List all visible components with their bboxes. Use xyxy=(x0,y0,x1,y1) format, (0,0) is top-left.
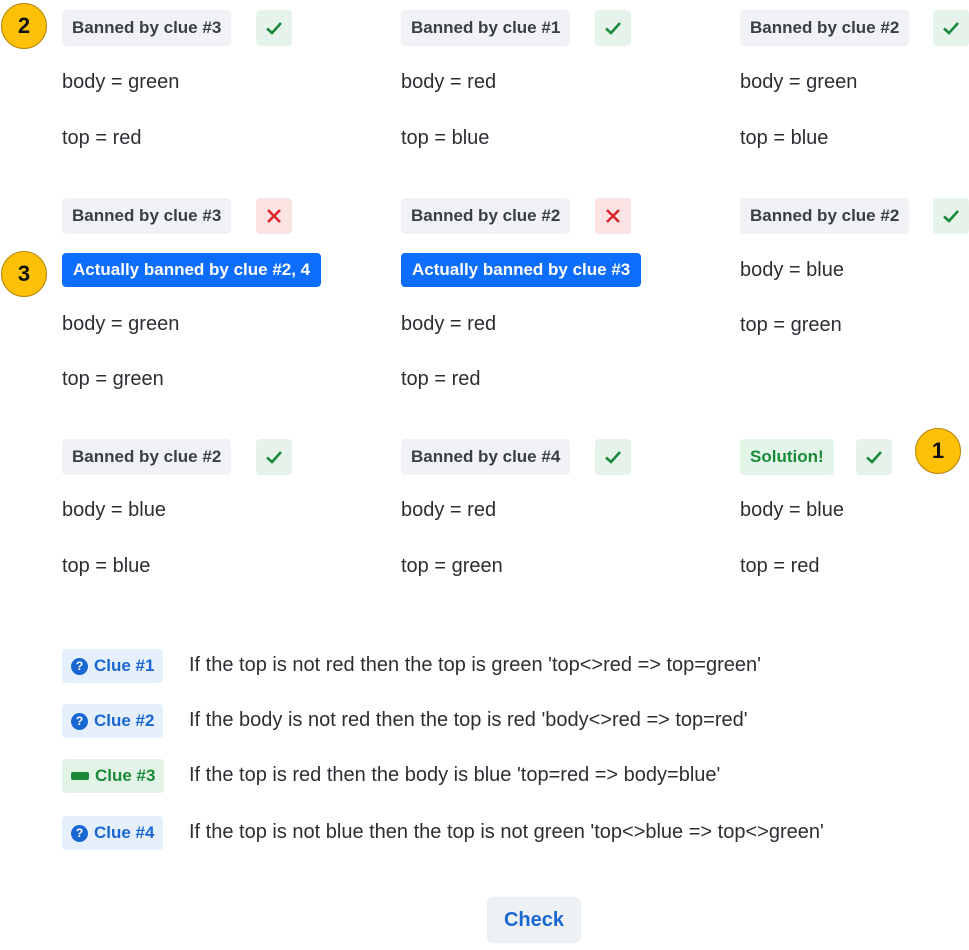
top-value: top = red xyxy=(740,555,820,577)
solution-tag: Solution! xyxy=(740,439,834,475)
clue-text: If the top is not blue then the top is n… xyxy=(189,821,824,843)
callout-badge-1: 1 xyxy=(915,428,961,474)
check-icon xyxy=(256,10,292,46)
top-value: top = green xyxy=(740,314,842,336)
clue-tag-2[interactable]: ? Clue #2 xyxy=(62,704,164,738)
check-icon xyxy=(933,198,969,234)
banned-tag: Banned by clue #2 xyxy=(740,10,910,46)
banned-tag: Banned by clue #3 xyxy=(62,10,232,46)
question-icon: ? xyxy=(71,657,88,675)
top-value: top = green xyxy=(401,555,503,577)
body-value: body = green xyxy=(62,71,180,93)
actual-ban-tag: Actually banned by clue #3 xyxy=(401,253,642,287)
check-icon xyxy=(595,439,631,475)
banned-tag: Banned by clue #4 xyxy=(401,439,571,475)
question-icon: ? xyxy=(71,824,88,842)
body-value: body = green xyxy=(62,313,180,335)
cross-icon xyxy=(256,198,292,234)
actual-ban-tag: Actually banned by clue #2, 4 xyxy=(62,253,322,287)
clue-tag-4[interactable]: ? Clue #4 xyxy=(62,816,164,850)
clue-label: Clue #4 xyxy=(94,823,155,842)
clue-text: If the top is not red then the top is gr… xyxy=(189,654,761,676)
banned-tag: Banned by clue #2 xyxy=(401,198,571,234)
clue-text: If the body is not red then the top is r… xyxy=(189,709,748,731)
cross-icon xyxy=(595,198,631,234)
clue-label: Clue #1 xyxy=(94,656,155,675)
top-value: top = blue xyxy=(740,127,829,149)
check-icon xyxy=(595,10,631,46)
body-value: body = blue xyxy=(740,499,844,521)
callout-badge-2: 2 xyxy=(1,3,47,49)
bar-icon xyxy=(71,772,89,780)
check-icon xyxy=(256,439,292,475)
top-value: top = green xyxy=(62,368,164,390)
top-value: top = blue xyxy=(401,127,490,149)
clue-tag-3[interactable]: Clue #3 xyxy=(62,759,165,793)
banned-tag: Banned by clue #3 xyxy=(62,198,232,234)
banned-tag: Banned by clue #2 xyxy=(740,198,910,234)
top-value: top = blue xyxy=(62,555,151,577)
body-value: body = red xyxy=(401,313,497,335)
question-icon: ? xyxy=(71,712,88,730)
check-icon xyxy=(856,439,892,475)
check-icon xyxy=(933,10,969,46)
top-value: top = red xyxy=(401,368,481,390)
banned-tag: Banned by clue #1 xyxy=(401,10,571,46)
callout-badge-3: 3 xyxy=(1,251,47,297)
body-value: body = red xyxy=(401,71,497,93)
top-value: top = red xyxy=(62,127,142,149)
check-button[interactable]: Check xyxy=(487,897,581,943)
clue-tag-1[interactable]: ? Clue #1 xyxy=(62,649,164,683)
banned-tag: Banned by clue #2 xyxy=(62,439,232,475)
body-value: body = green xyxy=(740,71,858,93)
body-value: body = red xyxy=(401,499,497,521)
clue-label: Clue #3 xyxy=(95,766,156,785)
clue-text: If the top is red then the body is blue … xyxy=(189,764,721,786)
body-value: body = blue xyxy=(62,499,166,521)
body-value: body = blue xyxy=(740,259,844,281)
clue-label: Clue #2 xyxy=(94,711,155,730)
